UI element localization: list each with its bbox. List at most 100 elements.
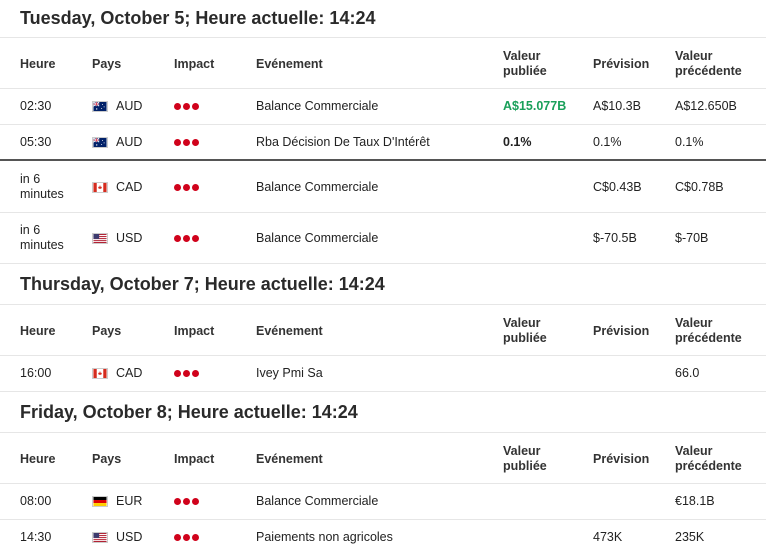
impact-dot xyxy=(183,235,190,243)
divider xyxy=(0,432,766,433)
col-event: Evénement xyxy=(256,452,323,466)
impact-dot xyxy=(183,370,190,378)
event-name: Balance Commerciale xyxy=(256,494,379,508)
impact-dot xyxy=(183,139,190,147)
impact-dot xyxy=(183,498,190,506)
event-country: AUD xyxy=(92,99,142,114)
impact-dot xyxy=(174,235,181,243)
actual-value: A$15.077B xyxy=(503,99,567,113)
impact-indicator xyxy=(174,530,201,545)
germany-flag-icon xyxy=(92,496,108,507)
col-previous: Valeur précédente xyxy=(675,49,742,78)
divider xyxy=(0,519,766,520)
event-time: 14:30 xyxy=(20,530,52,544)
canada-flag-icon xyxy=(92,182,108,193)
event-time: 05:30 xyxy=(20,135,52,149)
country-code: CAD xyxy=(116,180,143,194)
event-country: CAD xyxy=(92,180,142,195)
event-country: AUD xyxy=(92,135,142,150)
country-code: AUD xyxy=(116,135,143,149)
impact-indicator xyxy=(174,99,201,114)
col-actual: Valeur publiée xyxy=(503,49,547,78)
impact-dot xyxy=(174,184,181,192)
impact-dot xyxy=(192,498,199,506)
forecast-value: C$0.43B xyxy=(593,180,642,194)
col-country: Pays xyxy=(92,452,122,466)
previous-value: €18.1B xyxy=(675,494,715,508)
event-time: in 6 minutes xyxy=(20,172,64,201)
col-forecast: Prévision xyxy=(593,57,650,71)
impact-dot xyxy=(174,370,181,378)
col-previous: Valeur précédente xyxy=(675,444,742,473)
impact-indicator xyxy=(174,494,201,509)
impact-dot xyxy=(192,139,199,147)
impact-dot xyxy=(183,534,190,542)
col-time: Heure xyxy=(20,452,56,466)
impact-indicator xyxy=(174,366,201,381)
country-code: USD xyxy=(116,231,143,245)
col-forecast: Prévision xyxy=(593,324,650,338)
col-impact: Impact xyxy=(174,324,215,338)
impact-indicator xyxy=(174,180,201,195)
previous-value: A$12.650B xyxy=(675,99,737,113)
impact-dot xyxy=(192,534,199,542)
col-impact: Impact xyxy=(174,452,215,466)
forecast-value: $-70.5B xyxy=(593,231,637,245)
event-time: 16:00 xyxy=(20,366,52,380)
impact-dot xyxy=(192,370,199,378)
previous-value: 0.1% xyxy=(675,135,704,149)
divider xyxy=(0,483,766,484)
previous-value: $-70B xyxy=(675,231,709,245)
forecast-value: 473K xyxy=(593,530,623,544)
event-country: USD xyxy=(92,231,142,246)
usa-flag-icon xyxy=(92,532,108,543)
col-actual: Valeur publiée xyxy=(503,444,547,473)
impact-dot xyxy=(192,103,199,111)
event-name: Paiements non agricoles xyxy=(256,530,393,544)
australia-flag-icon xyxy=(92,137,108,148)
event-name: Balance Commerciale xyxy=(256,231,379,245)
impact-indicator xyxy=(174,135,201,150)
previous-value: 235K xyxy=(675,530,705,544)
event-time: 02:30 xyxy=(20,99,52,113)
col-country: Pays xyxy=(92,57,122,71)
col-actual: Valeur publiée xyxy=(503,316,547,345)
col-previous: Valeur précédente xyxy=(675,316,742,345)
event-name: Balance Commerciale xyxy=(256,99,379,113)
forecast-value: A$10.3B xyxy=(593,99,641,113)
current-time-divider xyxy=(0,159,766,161)
divider xyxy=(0,355,766,356)
impact-dot xyxy=(174,103,181,111)
event-name: Rba Décision De Taux D'Intérêt xyxy=(256,135,430,149)
divider xyxy=(0,304,766,305)
divider xyxy=(0,124,766,125)
event-time: 08:00 xyxy=(20,494,52,508)
col-event: Evénement xyxy=(256,57,323,71)
country-code: AUD xyxy=(116,99,143,113)
col-forecast: Prévision xyxy=(593,452,650,466)
col-impact: Impact xyxy=(174,57,215,71)
day-header-oct5: Tuesday, October 5; Heure actuelle: 14:2… xyxy=(20,7,376,28)
impact-dot xyxy=(174,498,181,506)
country-code: CAD xyxy=(116,366,143,380)
divider xyxy=(0,88,766,89)
col-time: Heure xyxy=(20,57,56,71)
divider xyxy=(0,37,766,38)
canada-flag-icon xyxy=(92,368,108,379)
country-code: EUR xyxy=(116,494,143,508)
event-country: USD xyxy=(92,530,142,545)
usa-flag-icon xyxy=(92,233,108,244)
previous-value: C$0.78B xyxy=(675,180,724,194)
col-country: Pays xyxy=(92,324,122,338)
col-event: Evénement xyxy=(256,324,323,338)
previous-value: 66.0 xyxy=(675,366,700,380)
event-country: EUR xyxy=(92,494,142,509)
event-name: Ivey Pmi Sa xyxy=(256,366,323,380)
day-header-oct8: Friday, October 8; Heure actuelle: 14:24 xyxy=(20,401,358,422)
australia-flag-icon xyxy=(92,101,108,112)
impact-dot xyxy=(174,534,181,542)
impact-dot xyxy=(183,184,190,192)
col-time: Heure xyxy=(20,324,56,338)
event-name: Balance Commerciale xyxy=(256,180,379,194)
divider xyxy=(0,212,766,213)
